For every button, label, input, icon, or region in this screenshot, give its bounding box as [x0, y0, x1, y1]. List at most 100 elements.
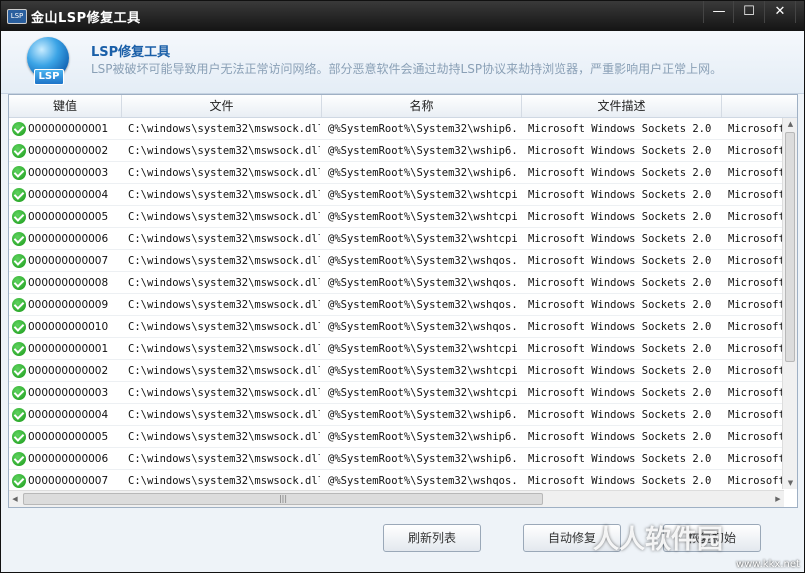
- header-panel: LSP LSP修复工具 LSP被破坏可能导致用户无法正常访问网络。部分恶意软件会…: [1, 31, 804, 94]
- window-title: 金山LSP修复工具: [31, 11, 141, 26]
- name-cell: @%SystemRoot%\System32\wshtcpi...: [328, 387, 520, 399]
- file-cell: C:\windows\system32\mswsock.dll: [128, 321, 320, 333]
- table-row[interactable]: 000000000009 C:\windows\system32\mswsock.…: [9, 294, 784, 316]
- file-cell: C:\windows\system32\mswsock.dll: [128, 189, 320, 201]
- column-header-file[interactable]: 文件: [122, 95, 322, 117]
- table-row[interactable]: 000000000002 C:\windows\system32\mswsock.…: [9, 360, 784, 382]
- table-row[interactable]: 000000000003 C:\windows\system32\mswsock.…: [9, 382, 784, 404]
- file-cell: C:\windows\system32\mswsock.dll: [128, 475, 320, 487]
- close-button[interactable]: ✕: [764, 1, 796, 23]
- lsp-repair-window: LSP 金山LSP修复工具 — ☐ ✕ LSP LSP修复工具 LSP被破坏可能…: [0, 0, 805, 573]
- check-circle-icon: [12, 254, 26, 268]
- check-circle-icon: [12, 298, 26, 312]
- vertical-scrollbar[interactable]: ▲ ▼: [782, 118, 797, 489]
- extra-cell: Microsoft: [728, 321, 782, 333]
- file-cell: C:\windows\system32\mswsock.dll: [128, 453, 320, 465]
- description-cell: Microsoft Windows Sockets 2.0 ...: [528, 475, 720, 487]
- extra-cell: Microsoft: [728, 145, 782, 157]
- name-cell: @%SystemRoot%\System32\wship6....: [328, 167, 520, 179]
- column-header-description[interactable]: 文件描述: [522, 95, 722, 117]
- table-row[interactable]: 000000000001 C:\windows\system32\mswsock.…: [9, 118, 784, 140]
- description-cell: Microsoft Windows Sockets 2.0 ...: [528, 255, 720, 267]
- check-circle-icon: [12, 122, 26, 136]
- table-header: 键值 文件 名称 文件描述: [9, 95, 797, 118]
- maximize-button[interactable]: ☐: [733, 1, 764, 23]
- scroll-up-icon[interactable]: ▲: [783, 118, 797, 130]
- extra-cell: Microsoft: [728, 387, 782, 399]
- horizontal-scroll-thumb[interactable]: |||: [23, 493, 543, 505]
- column-header-name[interactable]: 名称: [322, 95, 522, 117]
- check-circle-icon: [12, 210, 26, 224]
- name-cell: @%SystemRoot%\System32\wshtcpi...: [328, 343, 520, 355]
- lsp-badge: LSP: [34, 69, 64, 85]
- key-cell: 000000000005: [28, 211, 109, 223]
- table-row[interactable]: 000000000008 C:\windows\system32\mswsock.…: [9, 272, 784, 294]
- key-cell: 000000000004: [28, 189, 109, 201]
- description-cell: Microsoft Windows Sockets 2.0 ...: [528, 233, 720, 245]
- description-cell: Microsoft Windows Sockets 2.0 ...: [528, 167, 720, 179]
- check-circle-icon: [12, 276, 26, 290]
- extra-cell: Microsoft: [728, 343, 782, 355]
- key-cell: 000000000001: [28, 123, 109, 135]
- extra-cell: Microsoft: [728, 431, 782, 443]
- check-circle-icon: [12, 452, 26, 466]
- scroll-left-icon[interactable]: ◀: [9, 493, 21, 505]
- extra-cell: Microsoft: [728, 299, 782, 311]
- key-cell: 000000000003: [28, 167, 109, 179]
- name-cell: @%SystemRoot%\System32\wship6....: [328, 453, 520, 465]
- key-cell: 000000000007: [28, 475, 109, 487]
- file-cell: C:\windows\system32\mswsock.dll: [128, 387, 320, 399]
- watermark-logo: 人人软件园: [593, 525, 724, 555]
- column-header-key[interactable]: 键值: [9, 95, 122, 117]
- scroll-down-icon[interactable]: ▼: [783, 477, 797, 489]
- file-cell: C:\windows\system32\mswsock.dll: [128, 409, 320, 421]
- check-circle-icon: [12, 430, 26, 444]
- check-circle-icon: [12, 144, 26, 158]
- extra-cell: Microsoft: [728, 123, 782, 135]
- tool-description: LSP被破坏可能导致用户无法正常访问网络。部分恶意软件会通过劫持LSP协议来劫持…: [91, 62, 723, 76]
- key-cell: 000000000005: [28, 431, 109, 443]
- file-cell: C:\windows\system32\mswsock.dll: [128, 233, 320, 245]
- title-bar[interactable]: LSP 金山LSP修复工具 — ☐ ✕: [1, 1, 804, 31]
- description-cell: Microsoft Windows Sockets 2.0 ...: [528, 145, 720, 157]
- table-row[interactable]: 000000000002 C:\windows\system32\mswsock.…: [9, 140, 784, 162]
- key-cell: 000000000002: [28, 145, 109, 157]
- file-cell: C:\windows\system32\mswsock.dll: [128, 299, 320, 311]
- minimize-button[interactable]: —: [703, 1, 734, 23]
- key-cell: 000000000006: [28, 233, 109, 245]
- watermark-url: www.kkx.net: [736, 559, 800, 570]
- extra-cell: Microsoft: [728, 365, 782, 377]
- table-row[interactable]: 000000000007 C:\windows\system32\mswsock.…: [9, 250, 784, 272]
- table-row[interactable]: 000000000001 C:\windows\system32\mswsock.…: [9, 338, 784, 360]
- column-header-extra[interactable]: [722, 95, 797, 117]
- table-row[interactable]: 000000000003 C:\windows\system32\mswsock.…: [9, 162, 784, 184]
- key-cell: 000000000009: [28, 299, 109, 311]
- horizontal-scrollbar[interactable]: ◀ ||| ▶: [9, 490, 784, 507]
- extra-cell: Microsoft: [728, 277, 782, 289]
- name-cell: @%SystemRoot%\System32\wshtcpi...: [328, 365, 520, 377]
- name-cell: @%SystemRoot%\System32\wship6....: [328, 431, 520, 443]
- table-row[interactable]: 000000000006 C:\windows\system32\mswsock.…: [9, 228, 784, 250]
- table-row[interactable]: 000000000005 C:\windows\system32\mswsock.…: [9, 206, 784, 228]
- table-row[interactable]: 000000000007 C:\windows\system32\mswsock.…: [9, 470, 784, 489]
- vertical-scroll-thumb[interactable]: [785, 132, 795, 362]
- table-row[interactable]: 000000000006 C:\windows\system32\mswsock.…: [9, 448, 784, 470]
- check-circle-icon: [12, 474, 26, 488]
- lsp-table: 键值 文件 名称 文件描述 000000000001 C:\windows\sys…: [8, 94, 798, 508]
- extra-cell: Microsoft: [728, 167, 782, 179]
- table-row[interactable]: 000000000004 C:\windows\system32\mswsock.…: [9, 184, 784, 206]
- table-row[interactable]: 000000000004 C:\windows\system32\mswsock.…: [9, 404, 784, 426]
- name-cell: @%SystemRoot%\System32\wshtcpi...: [328, 211, 520, 223]
- name-cell: @%SystemRoot%\System32\wshqos....: [328, 321, 520, 333]
- name-cell: @%SystemRoot%\System32\wship6....: [328, 145, 520, 157]
- key-cell: 000000000001: [28, 343, 109, 355]
- table-row[interactable]: 000000000010 C:\windows\system32\mswsock.…: [9, 316, 784, 338]
- extra-cell: Microsoft: [728, 255, 782, 267]
- refresh-list-button[interactable]: 刷新列表: [383, 524, 481, 552]
- description-cell: Microsoft Windows Sockets 2.0 ...: [528, 431, 720, 443]
- description-cell: Microsoft Windows Sockets 2.0 ...: [528, 189, 720, 201]
- table-row[interactable]: 000000000005 C:\windows\system32\mswsock.…: [9, 426, 784, 448]
- scroll-right-icon[interactable]: ▶: [772, 493, 784, 505]
- key-cell: 000000000010: [28, 321, 109, 333]
- name-cell: @%SystemRoot%\System32\wship6....: [328, 409, 520, 421]
